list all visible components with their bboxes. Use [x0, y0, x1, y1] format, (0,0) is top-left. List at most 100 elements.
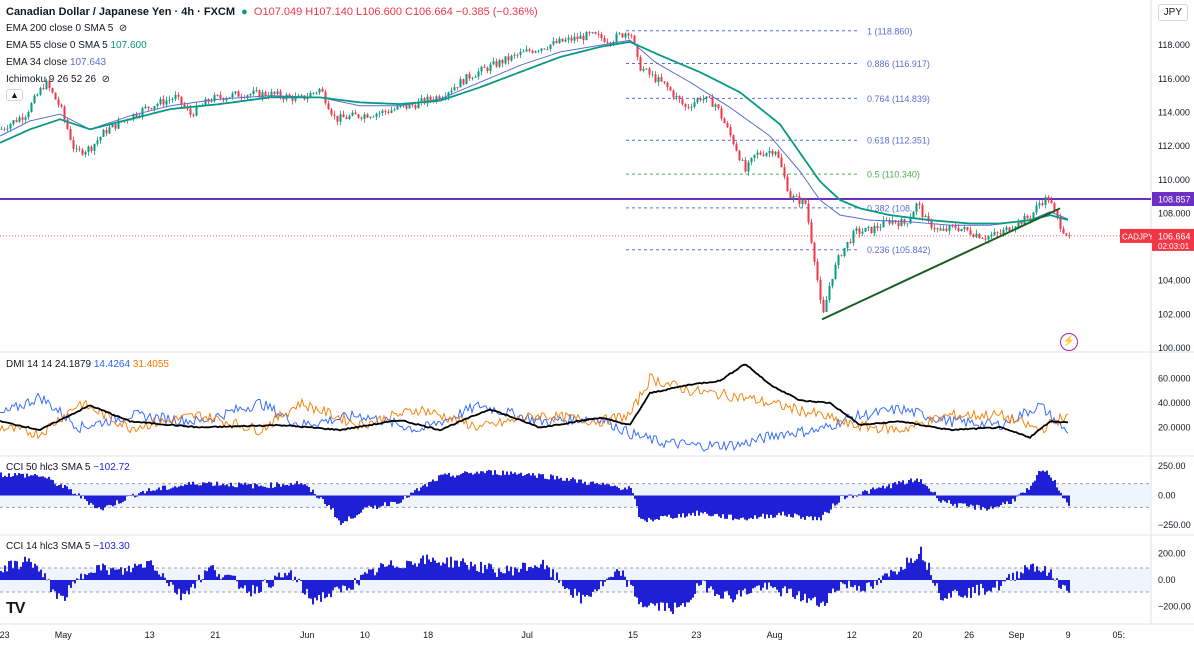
eye-off-icon[interactable]: ⊘	[99, 74, 110, 85]
cci-bar	[398, 495, 400, 504]
cci-bar	[722, 495, 724, 515]
cci50-tick-label: 250.00	[1158, 461, 1186, 471]
cci-bar	[256, 580, 258, 587]
cci-bar	[150, 491, 152, 496]
candle	[1038, 200, 1041, 209]
cci-bar	[1026, 488, 1028, 496]
cci-bar	[754, 580, 756, 588]
cci-bar	[670, 495, 672, 518]
cci-bar	[700, 495, 702, 513]
cci-bar	[114, 495, 116, 506]
cci-bar	[932, 492, 934, 496]
dmi-legend[interactable]: DMI 14 14 24.1879 14.4264 31.4055	[6, 359, 169, 370]
cci-bar	[218, 574, 220, 580]
cci-bar	[642, 580, 644, 608]
ema34-legend[interactable]: EMA 34 close 107.643	[6, 57, 106, 68]
cci-bar	[602, 482, 604, 496]
cci-bar	[72, 494, 74, 496]
cci-bar	[28, 476, 30, 496]
cci-bar	[954, 495, 956, 504]
candle	[327, 100, 330, 110]
cci-bar	[36, 565, 38, 580]
cci-bar	[978, 580, 980, 596]
cci-bar	[194, 484, 196, 496]
cci-bar	[796, 495, 798, 515]
candle	[939, 225, 942, 232]
cci-bar	[364, 572, 366, 580]
cci-bar	[946, 495, 948, 503]
cci-bar	[232, 486, 234, 496]
cci-bar	[198, 485, 200, 496]
cci-bar	[4, 565, 6, 580]
cci50-legend[interactable]: CCI 50 hlc3 SMA 5 −102.72	[6, 462, 130, 473]
candle	[1005, 225, 1008, 233]
cci-bar	[1008, 495, 1010, 504]
candle-body	[1002, 229, 1005, 234]
candle-body	[717, 104, 720, 109]
cci-bar	[350, 495, 352, 519]
cci-bar	[224, 485, 226, 496]
cci-bar	[1066, 580, 1068, 591]
cci-bar	[68, 580, 70, 586]
cci-bar	[62, 488, 64, 496]
candle-body	[429, 96, 432, 100]
candle-body	[312, 92, 315, 94]
cci-bar	[908, 480, 910, 496]
ichimoku-legend[interactable]: Ichimoku 9 26 52 26 ⊘	[6, 74, 110, 85]
cci-bar	[1064, 495, 1066, 499]
cci-bar	[812, 495, 814, 521]
cci-bar	[704, 580, 706, 581]
collapse-legend-button[interactable]: ▲	[6, 89, 23, 101]
candle-body	[210, 101, 213, 102]
cci-bar	[410, 561, 412, 580]
candle-body	[834, 264, 837, 279]
cci-bar	[952, 495, 954, 506]
cci-bar	[1000, 580, 1002, 586]
cci-bar	[436, 480, 438, 496]
cci-bar	[998, 495, 1000, 507]
ema200-legend[interactable]: EMA 200 close 0 SMA 5 ⊘	[6, 23, 127, 34]
candle-body	[147, 106, 150, 109]
cci-bar	[66, 486, 68, 496]
cci-bar	[150, 560, 152, 580]
cci-bar	[882, 575, 884, 580]
symbol-legend[interactable]: Canadian Dollar / Japanese Yen · 4h · FX…	[6, 6, 538, 18]
cci-bar	[450, 556, 452, 580]
cci-bar	[52, 480, 54, 496]
cci-bar	[130, 572, 132, 580]
cci-bar	[908, 562, 910, 580]
candle	[837, 254, 840, 269]
cci-bar	[26, 473, 28, 496]
cci-bar	[944, 580, 946, 599]
cci-bar	[1054, 479, 1056, 496]
candle	[426, 93, 429, 108]
dmi-plus-value: 14.4264	[93, 359, 131, 370]
candle-body	[99, 136, 102, 141]
cci-bar	[128, 495, 130, 496]
currency-selector[interactable]: JPY	[1157, 4, 1188, 21]
candle-body	[15, 120, 18, 122]
candle-body	[519, 52, 522, 55]
candle	[822, 296, 825, 313]
cci-bar	[156, 570, 158, 580]
cci-bar	[430, 561, 432, 580]
candle	[390, 106, 393, 114]
cci-bar	[196, 484, 198, 496]
cci-bar	[200, 580, 202, 583]
eye-off-icon[interactable]: ⊘	[116, 23, 127, 34]
cci-bar	[116, 495, 118, 501]
cci-bar	[638, 580, 640, 605]
cci-bar	[88, 573, 90, 580]
cci-bar	[984, 495, 986, 509]
lightning-icon[interactable]: ⚡	[1060, 333, 1078, 351]
cci-bar	[372, 495, 374, 509]
cci-bar	[560, 477, 562, 496]
cci-bar	[34, 474, 36, 496]
ema55-legend[interactable]: EMA 55 close 0 SMA 5 107.600	[6, 40, 147, 51]
cci14-legend[interactable]: CCI 14 hlc3 SMA 5 −103.30	[6, 541, 130, 552]
cci-bar	[34, 563, 36, 580]
candle-body	[174, 94, 177, 100]
candle	[567, 34, 570, 44]
tradingview-logo[interactable]: TV	[6, 600, 25, 618]
cci-bar	[1050, 477, 1052, 496]
